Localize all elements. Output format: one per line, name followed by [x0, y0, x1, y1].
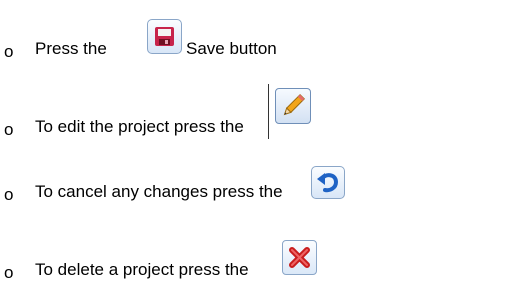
- bullet: o: [4, 120, 14, 139]
- delete-icon: [282, 240, 317, 275]
- bullet: o: [4, 42, 14, 61]
- bullet: o: [4, 263, 14, 282]
- instruction-text-save-after: Save button: [186, 39, 277, 58]
- undo-icon: [311, 166, 345, 199]
- instruction-save: o Press the Save button: [0, 19, 509, 72]
- divider: [268, 84, 269, 139]
- bullet: o: [4, 185, 14, 204]
- instruction-delete: o To delete a project press the: [0, 230, 509, 282]
- instruction-text-delete: To delete a project press the: [35, 260, 249, 279]
- instruction-edit: o To edit the project press the: [0, 84, 509, 139]
- instruction-text-cancel: To cancel any changes press the: [35, 182, 283, 201]
- instruction-text-edit: To edit the project press the: [35, 117, 244, 136]
- instruction-text-save-before: Press the: [35, 39, 107, 58]
- pencil-icon: [275, 88, 311, 124]
- save-icon: [147, 19, 182, 54]
- instruction-cancel: o To cancel any changes press the: [0, 157, 509, 207]
